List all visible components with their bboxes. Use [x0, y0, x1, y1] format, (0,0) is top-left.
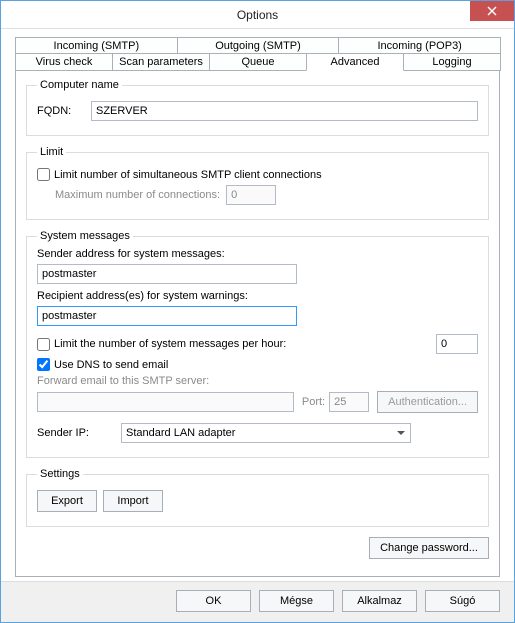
sender-address-input[interactable] — [37, 264, 297, 284]
legend-limit: Limit — [37, 146, 66, 158]
tab-logging[interactable]: Logging — [403, 53, 501, 71]
tab-outgoing-smtp[interactable]: Outgoing (SMTP) — [177, 37, 340, 54]
max-connections-input — [226, 185, 276, 205]
close-icon — [487, 6, 497, 16]
content-area: Incoming (SMTP) Outgoing (SMTP) Incoming… — [1, 29, 514, 581]
import-button[interactable]: Import — [103, 490, 163, 512]
sender-address-label: Sender address for system messages: — [37, 248, 478, 260]
tab-strip: Incoming (SMTP) Outgoing (SMTP) Incoming… — [15, 37, 500, 71]
options-dialog: Options Incoming (SMTP) Outgoing (SMTP) … — [0, 0, 515, 623]
port-label: Port: — [302, 396, 325, 408]
tab-incoming-pop3[interactable]: Incoming (POP3) — [338, 37, 501, 54]
help-button[interactable]: Súgó — [425, 590, 500, 612]
legend-system-messages: System messages — [37, 230, 133, 242]
recipient-address-input[interactable] — [37, 306, 297, 326]
tab-queue[interactable]: Queue — [209, 53, 307, 71]
sender-ip-label: Sender IP: — [37, 427, 117, 439]
ok-button[interactable]: OK — [176, 590, 251, 612]
fqdn-input[interactable] — [91, 101, 478, 121]
cancel-button[interactable]: Mégse — [259, 590, 334, 612]
export-button[interactable]: Export — [37, 490, 97, 512]
port-input — [329, 392, 369, 412]
group-computer-name: Computer name FQDN: — [26, 79, 489, 136]
limit-messages-hour-label: Limit the number of system messages per … — [54, 338, 286, 350]
tab-panel-advanced: Computer name FQDN: Limit Limit number o… — [15, 71, 500, 577]
tab-advanced[interactable]: Advanced — [306, 53, 404, 71]
titlebar: Options — [1, 1, 514, 29]
tab-virus-check[interactable]: Virus check — [15, 53, 113, 71]
close-button[interactable] — [470, 1, 514, 21]
fqdn-label: FQDN: — [37, 105, 87, 117]
tab-incoming-smtp[interactable]: Incoming (SMTP) — [15, 37, 178, 54]
legend-settings: Settings — [37, 468, 83, 480]
authentication-button: Authentication... — [377, 391, 478, 413]
group-settings: Settings Export Import — [26, 468, 489, 527]
limit-connections-checkbox[interactable] — [37, 168, 50, 181]
change-password-button[interactable]: Change password... — [369, 537, 489, 559]
window-title: Options — [237, 8, 278, 22]
max-connections-label: Maximum number of connections: — [55, 189, 220, 201]
dialog-button-bar: OK Mégse Alkalmaz Súgó — [1, 581, 514, 622]
recipient-address-label: Recipient address(es) for system warning… — [37, 290, 478, 302]
limit-connections-label: Limit number of simultaneous SMTP client… — [54, 169, 322, 181]
legend-computer-name: Computer name — [37, 79, 122, 91]
tab-scan-parameters[interactable]: Scan parameters — [112, 53, 210, 71]
forward-smtp-input — [37, 392, 294, 412]
apply-button[interactable]: Alkalmaz — [342, 590, 417, 612]
use-dns-label: Use DNS to send email — [54, 359, 168, 371]
forward-smtp-label: Forward email to this SMTP server: — [37, 375, 478, 387]
group-limit: Limit Limit number of simultaneous SMTP … — [26, 146, 489, 220]
sender-ip-select[interactable]: Standard LAN adapter — [121, 423, 411, 443]
limit-messages-hour-input[interactable] — [436, 334, 478, 354]
use-dns-checkbox[interactable] — [37, 358, 50, 371]
limit-messages-hour-checkbox[interactable] — [37, 338, 50, 351]
group-system-messages: System messages Sender address for syste… — [26, 230, 489, 458]
